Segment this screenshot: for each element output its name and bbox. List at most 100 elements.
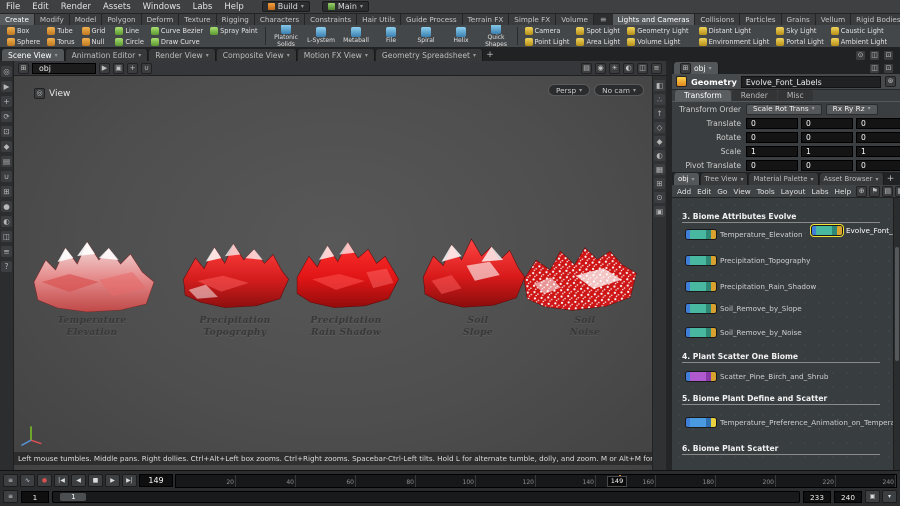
parameter-field-z[interactable]: 0 — [856, 118, 900, 129]
material-icon[interactable]: ◐ — [654, 150, 665, 161]
node-display-flag[interactable] — [711, 372, 716, 381]
shelf-tool[interactable]: Null — [79, 36, 109, 47]
node-display-flag[interactable] — [711, 282, 716, 291]
anim-options-icon[interactable]: ≡ — [3, 474, 18, 487]
shelf-tab[interactable]: Collisions — [695, 14, 740, 25]
network-menu-item[interactable]: Tools — [757, 187, 775, 196]
shelf-tool[interactable]: Curve Bezier — [148, 25, 206, 36]
parameter-field-z[interactable]: 0 — [856, 160, 900, 171]
menu-item[interactable]: File — [0, 0, 26, 14]
node-display-flag[interactable] — [711, 304, 716, 313]
shelf-tab[interactable]: Guide Process — [401, 14, 463, 25]
playbar-menu-icon[interactable]: ▾ — [882, 490, 897, 503]
shading-icon[interactable]: ◐ — [623, 63, 634, 74]
jump-start-button[interactable]: |◀ — [54, 474, 69, 487]
node-body[interactable] — [686, 282, 716, 291]
network-wrench-icon[interactable]: ⊕ — [856, 186, 867, 197]
terrain-mesh-temperature-elevation[interactable] — [30, 222, 158, 317]
snapshot-icon[interactable]: ▣ — [654, 206, 665, 217]
node-display-flag[interactable] — [711, 328, 716, 337]
shelf-tool[interactable]: Sky Light — [773, 25, 827, 36]
network-box-title[interactable]: 6. Biome Plant Scatter — [682, 444, 880, 455]
shelf-tool[interactable]: Line — [112, 25, 147, 36]
shelf-tool[interactable]: Portal Light — [773, 36, 827, 47]
pane-tab[interactable]: Animation Editor▾ — [66, 49, 149, 61]
wireframe-icon[interactable]: ◇ — [654, 122, 665, 133]
shelf-tool[interactable]: Volume Light — [624, 36, 691, 47]
shelf-tool[interactable]: Sphere — [4, 36, 43, 47]
network-grid-icon[interactable]: ▦ — [895, 186, 900, 197]
camera-icon[interactable]: ◉ — [595, 63, 606, 74]
network-node[interactable]: Evolve_Font_Labels — [812, 226, 900, 235]
camera-dropdown[interactable]: No cam▾ — [594, 84, 644, 96]
shelf-tool[interactable]: Distant Light — [696, 25, 773, 36]
pane-menu-icon[interactable]: ≡ — [651, 63, 662, 74]
playback-range-slider[interactable]: 1 — [52, 491, 800, 503]
shelf-tab[interactable]: Particles — [740, 14, 781, 25]
pane-tab[interactable]: Composite View▾ — [217, 49, 297, 61]
parameter-pane-tab[interactable]: ⊞ obj ▾ — [674, 62, 719, 74]
translate-tool-icon[interactable]: + — [1, 96, 12, 107]
shelf-tool[interactable]: Camera — [522, 25, 573, 36]
terrain-mesh-soil-noise[interactable] — [515, 226, 645, 320]
detail-tool-icon[interactable]: ▤ — [1, 156, 12, 167]
terrain-label[interactable]: Precipitation Rain Shadow — [291, 316, 401, 339]
shelf-tab[interactable]: Constraints — [305, 14, 357, 25]
node-display-flag[interactable] — [837, 226, 842, 235]
pane-float-icon[interactable]: ⊡ — [883, 50, 894, 61]
range-end-field[interactable]: 233 — [803, 491, 831, 503]
terrain-label[interactable]: Precipitation Topography — [180, 316, 290, 339]
shaded-icon[interactable]: ◆ — [654, 136, 665, 147]
network-box-title[interactable]: 4. Plant Scatter One Biome — [682, 352, 880, 363]
desktop-selector[interactable]: Build ▾ — [262, 1, 310, 12]
add-pane-tab-button[interactable]: + — [484, 49, 496, 61]
pane-tab[interactable]: Motion FX View▾ — [298, 49, 375, 61]
range-start-field[interactable]: 1 — [21, 491, 49, 503]
parameter-field-x[interactable]: 0 — [746, 160, 798, 171]
display-options-icon[interactable]: ◧ — [654, 80, 665, 91]
network-node[interactable]: Temperature_Elevation — [686, 230, 803, 239]
shelf-tool[interactable]: Tube — [44, 25, 77, 36]
rotate-tool-icon[interactable]: ⟳ — [1, 111, 12, 122]
shelf-tool[interactable]: File — [375, 27, 408, 45]
parameter-tab[interactable]: Render — [732, 90, 777, 101]
node-display-flag[interactable] — [711, 418, 716, 427]
view-chip[interactable]: ◎ View — [34, 88, 70, 99]
shelf-tab[interactable]: Vellum — [816, 14, 851, 25]
shelf-tab[interactable]: Modify — [35, 14, 70, 25]
network-box-title[interactable]: 5. Biome Plant Define and Scatter — [682, 394, 880, 405]
menu-item[interactable]: Assets — [97, 0, 137, 14]
network-pane-tab[interactable]: Material Palette▾ — [749, 173, 818, 185]
shelf-tool[interactable]: Environment Light — [696, 36, 773, 47]
node-body[interactable] — [812, 226, 842, 235]
shelf-tool[interactable]: Area Light — [573, 36, 623, 47]
scene-selector[interactable]: Main ▾ — [322, 1, 369, 12]
network-box-title[interactable]: 3. Biome Attributes Evolve — [682, 212, 880, 223]
shelf-tool[interactable]: L-System — [305, 27, 338, 45]
parameter-field-z[interactable]: 0 — [856, 132, 900, 143]
global-end-field[interactable]: 240 — [834, 491, 862, 503]
shelf-tool[interactable]: Torus — [44, 36, 77, 47]
range-slider-handle[interactable]: 1 — [60, 493, 86, 501]
shelf-tool[interactable]: Grid — [79, 25, 109, 36]
network-menu-item[interactable]: Edit — [697, 187, 711, 196]
terrain-label[interactable]: Temperature Elevation — [37, 316, 147, 339]
network-pane-tab[interactable]: Tree View▾ — [701, 173, 749, 185]
gear-icon[interactable]: ⊛ — [885, 76, 896, 87]
shelf-tool[interactable]: Geometry Light — [624, 25, 691, 36]
shelf-tab[interactable]: Polygon — [102, 14, 141, 25]
network-pane-tab[interactable]: obj▾ — [674, 173, 700, 185]
points-display-icon[interactable]: ∴ — [654, 94, 665, 105]
viewport-path-field[interactable]: obj — [32, 63, 96, 74]
timeline-ruler[interactable]: 20406080100120140160180200220240 149 — [175, 474, 897, 488]
play-button[interactable]: ▶ — [105, 474, 120, 487]
network-flag-icon[interactable]: ⚑ — [869, 186, 880, 197]
shelf-tab[interactable]: Terrain FX — [463, 14, 510, 25]
range-options-icon[interactable]: ≡ — [3, 490, 18, 503]
shelf-tab[interactable]: Volume — [556, 14, 594, 25]
pane-tab[interactable]: Scene View▾ — [2, 49, 65, 61]
shelf-tool[interactable]: Ambient Light — [828, 36, 890, 47]
network-editor-canvas[interactable]: 3. Biome Attributes Evolve 4. Plant Scatt… — [672, 198, 900, 470]
shelf-tool[interactable]: Circle — [112, 36, 147, 47]
pane-max-icon[interactable]: ⊡ — [883, 63, 894, 74]
